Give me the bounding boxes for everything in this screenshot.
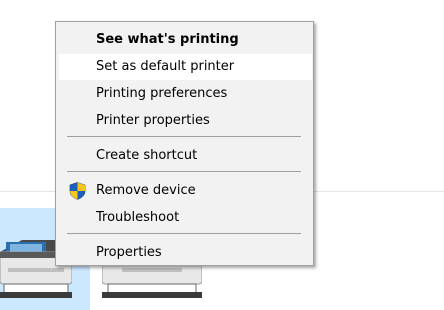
menu-item-see-whats-printing[interactable]: See what's printing xyxy=(59,27,312,53)
menu-separator xyxy=(67,136,301,137)
uac-shield-icon xyxy=(69,182,86,200)
menu-item-printing-preferences[interactable]: Printing preferences xyxy=(59,81,312,107)
menu-separator xyxy=(67,171,301,172)
menu-item-printer-properties[interactable]: Printer properties xyxy=(59,108,312,134)
menu-item-properties[interactable]: Properties xyxy=(59,240,312,266)
menu-item-create-shortcut[interactable]: Create shortcut xyxy=(59,143,312,169)
menu-item-remove-device[interactable]: Remove device xyxy=(59,178,312,204)
menu-item-troubleshoot[interactable]: Troubleshoot xyxy=(59,205,312,231)
context-menu: See what's printing Set as default print… xyxy=(55,21,314,266)
menu-separator xyxy=(67,233,301,234)
menu-item-set-as-default-printer[interactable]: Set as default printer xyxy=(59,54,312,80)
